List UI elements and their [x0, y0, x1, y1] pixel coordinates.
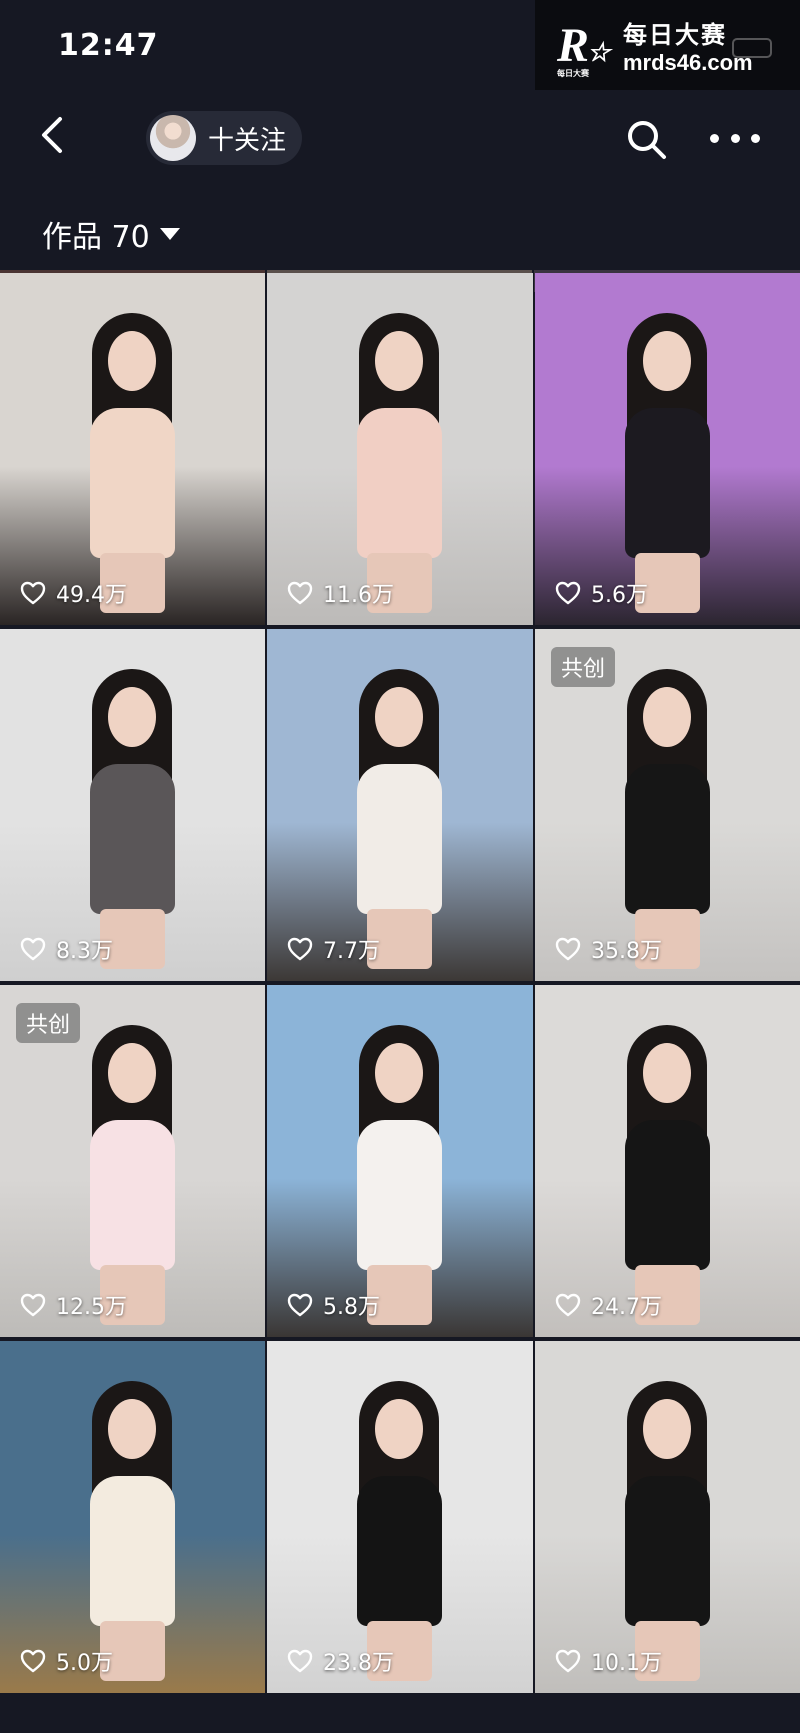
watermark-logo: R ☆ 每日大赛 — [557, 18, 611, 78]
search-button[interactable] — [624, 117, 668, 161]
video-tile[interactable]: 24.7万 — [535, 985, 800, 1337]
like-count-label: 23.8万 — [323, 1651, 394, 1676]
chevron-left-icon — [42, 117, 62, 153]
caret-down-icon — [159, 228, 180, 240]
like-count: 24.7万 — [555, 1289, 662, 1321]
like-count-label: 49.4万 — [56, 583, 127, 608]
like-count: 5.0万 — [20, 1645, 113, 1677]
video-tile[interactable]: 共创 35.8万 — [535, 629, 800, 981]
heart-icon — [555, 1293, 581, 1317]
like-count-label: 35.8万 — [591, 939, 662, 964]
heart-icon — [555, 937, 581, 961]
video-tile[interactable]: 5.0万 — [0, 1341, 265, 1693]
watermark-logo-letter: R — [557, 18, 590, 72]
tab-works[interactable]: 作品 70 — [42, 212, 180, 256]
heart-icon — [555, 1649, 581, 1673]
star-icon: ☆ — [587, 37, 611, 67]
heart-icon — [20, 1649, 46, 1673]
thumbnail-figure — [337, 669, 462, 969]
watermark: R ☆ 每日大赛 每日大赛 mrds46.com — [535, 0, 800, 90]
like-count-label: 12.5万 — [56, 1295, 127, 1320]
avatar — [150, 115, 196, 161]
profile-header: 十关注 — [0, 95, 800, 185]
like-count: 5.8万 — [287, 1289, 380, 1321]
video-tile[interactable]: 11.6万 — [267, 273, 533, 625]
tab-row: 作品 70 — [0, 200, 800, 268]
video-tile[interactable]: 7.7万 — [267, 629, 533, 981]
watermark-logo-sub: 每日大赛 — [557, 68, 589, 78]
video-tile[interactable]: 49.4万 — [0, 273, 265, 625]
like-count-label: 10.1万 — [591, 1651, 662, 1676]
like-count-label: 5.6万 — [591, 583, 648, 608]
thumbnail-figure — [605, 1025, 730, 1325]
like-count-label: 5.8万 — [323, 1295, 380, 1320]
battery-icon — [732, 38, 772, 58]
thumbnail-figure — [337, 1025, 462, 1325]
thumbnail-figure — [70, 669, 195, 969]
video-tile[interactable]: 5.6万 — [535, 273, 800, 625]
thumbnail-figure — [70, 1381, 195, 1681]
like-count: 7.7万 — [287, 933, 380, 965]
follow-button[interactable]: 十关注 — [146, 111, 302, 165]
video-tile[interactable]: 5.8万 — [267, 985, 533, 1337]
heart-icon — [287, 581, 313, 605]
heart-icon — [555, 581, 581, 605]
thumbnail-figure — [70, 1025, 195, 1325]
video-tile[interactable]: 8.3万 — [0, 629, 265, 981]
like-count: 10.1万 — [555, 1645, 662, 1677]
more-dot-icon — [710, 133, 719, 143]
heart-icon — [20, 581, 46, 605]
heart-icon — [20, 1293, 46, 1317]
like-count: 12.5万 — [20, 1289, 127, 1321]
more-button[interactable] — [710, 123, 760, 153]
video-tile[interactable]: 共创 12.5万 — [0, 985, 265, 1337]
like-count: 49.4万 — [20, 577, 127, 609]
thumbnail-figure — [337, 313, 462, 613]
like-count-label: 5.0万 — [56, 1651, 113, 1676]
heart-icon — [287, 1293, 313, 1317]
like-count-label: 7.7万 — [323, 939, 380, 964]
like-count-label: 24.7万 — [591, 1295, 662, 1320]
status-time: 12:47 — [58, 28, 159, 63]
like-count-label: 11.6万 — [323, 583, 394, 608]
co-create-badge: 共创 — [551, 647, 616, 687]
thumbnail-figure — [337, 1381, 462, 1681]
thumbnail-figure — [605, 1381, 730, 1681]
video-tile[interactable]: 10.1万 — [535, 1341, 800, 1693]
more-dot-icon — [730, 133, 740, 143]
like-count: 5.6万 — [555, 577, 648, 609]
back-button[interactable] — [32, 113, 76, 157]
thumbnail-figure — [605, 313, 730, 613]
follow-label: 十关注 — [208, 125, 287, 156]
tab-works-label: 作品 70 — [42, 220, 150, 255]
like-count: 8.3万 — [20, 933, 113, 965]
heart-icon — [20, 937, 46, 961]
heart-icon — [287, 937, 313, 961]
thumbnail-figure — [605, 669, 730, 969]
like-count: 23.8万 — [287, 1645, 394, 1677]
search-icon — [628, 121, 666, 159]
like-count: 35.8万 — [555, 933, 662, 965]
more-dot-icon — [751, 133, 760, 143]
video-tile[interactable]: 23.8万 — [267, 1341, 533, 1693]
heart-icon — [287, 1649, 313, 1673]
video-grid: 49.4万 11.6万 5.6万 8.3万 7.7万 共创 35.8万 共创 1… — [0, 273, 800, 1693]
co-create-badge: 共创 — [16, 1003, 81, 1043]
like-count-label: 8.3万 — [56, 939, 113, 964]
like-count: 11.6万 — [287, 577, 394, 609]
thumbnail-figure — [70, 313, 195, 613]
